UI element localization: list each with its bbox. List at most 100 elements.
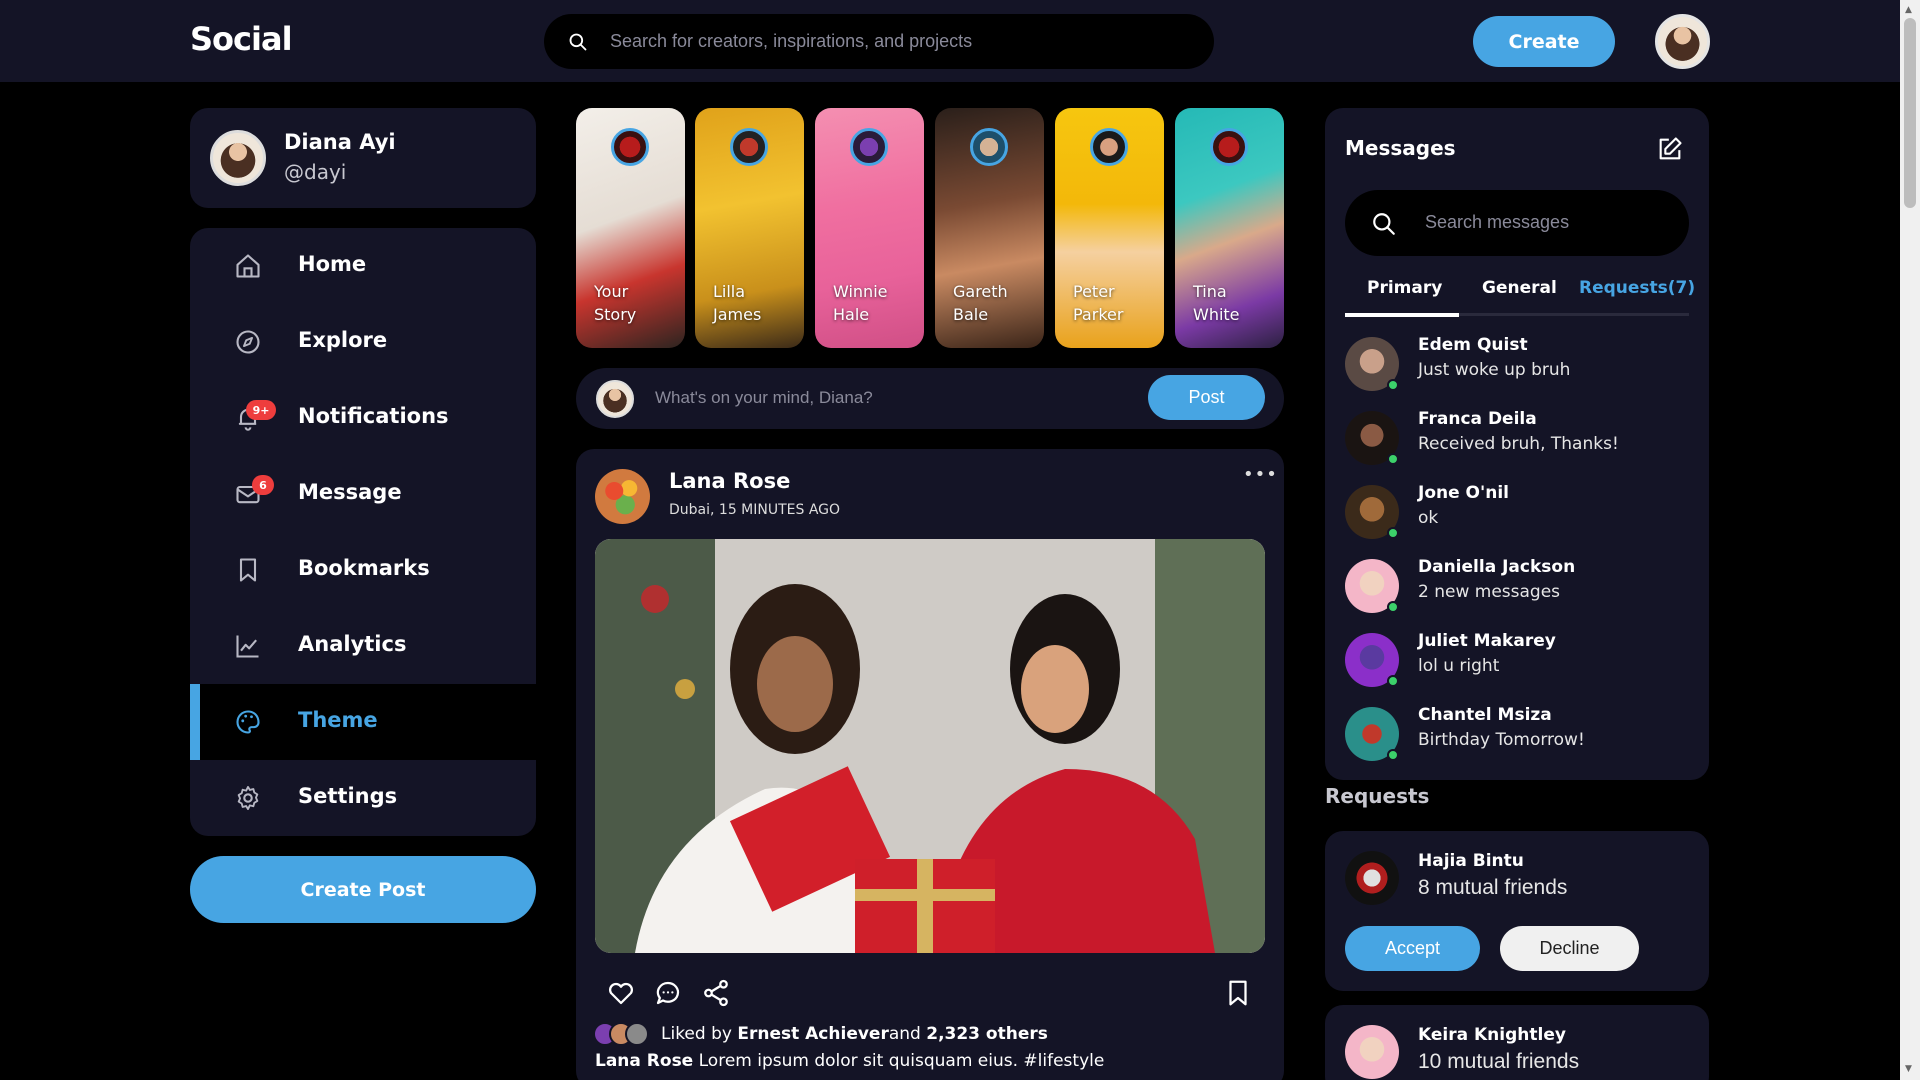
story-card[interactable]: Winnie Hale: [815, 108, 924, 348]
contact-name: Franca Deila: [1418, 409, 1537, 429]
composer-avatar: [596, 380, 634, 418]
create-button[interactable]: Create: [1473, 16, 1615, 67]
author-avatar[interactable]: [595, 469, 650, 524]
scroll-down-icon[interactable]: ▼: [1905, 1064, 1912, 1074]
story-name: Tina White: [1193, 280, 1240, 326]
app-logo[interactable]: Social: [190, 20, 293, 58]
story-name-last: James: [713, 305, 762, 324]
requester-name[interactable]: Keira Knightley: [1418, 1025, 1566, 1045]
sidebar-item-label: Notifications: [298, 404, 449, 428]
like-icon[interactable]: [606, 978, 636, 1008]
edit-icon[interactable]: [1656, 135, 1684, 163]
comment-icon[interactable]: [653, 978, 683, 1008]
caption-author[interactable]: Lana Rose: [595, 1051, 693, 1071]
requests-title: Requests: [1325, 784, 1430, 808]
profile-handle: @dayi: [284, 160, 347, 184]
requester-name[interactable]: Hajia Bintu: [1418, 851, 1524, 871]
page-scrollbar[interactable]: ▲ ▼: [1900, 0, 1920, 1080]
create-post-button[interactable]: Create Post: [190, 856, 536, 923]
online-indicator: [1387, 379, 1399, 391]
story-avatar: [970, 128, 1008, 166]
sidebar-item-bookmarks[interactable]: Bookmarks: [190, 532, 536, 608]
requester-avatar[interactable]: [1345, 1025, 1399, 1079]
story-name: Peter Parker: [1073, 280, 1123, 326]
likes-summary[interactable]: Liked by Ernest Achiever and 2,323 others: [593, 1022, 1048, 1046]
message-item[interactable]: Franca Deila Received bruh, Thanks!: [1345, 404, 1689, 465]
tab-primary[interactable]: Primary: [1367, 278, 1442, 298]
sidebar-item-home[interactable]: Home: [190, 228, 536, 304]
search-input[interactable]: Search for creators, inspirations, and p…: [610, 31, 972, 52]
post-caption: Lana Rose Lorem ipsum dolor sit quisquam…: [595, 1051, 1104, 1071]
user-avatar[interactable]: [1655, 14, 1710, 69]
sidebar-item-settings[interactable]: Settings: [190, 760, 536, 836]
post-photo[interactable]: [595, 539, 1265, 953]
online-indicator: [1387, 453, 1399, 465]
scroll-up-icon[interactable]: ▲: [1905, 5, 1912, 15]
contact-name: Edem Quist: [1418, 335, 1528, 355]
profile-name: Diana Ayi: [284, 130, 396, 154]
message-badge: 6: [252, 475, 274, 495]
messages-search[interactable]: Search messages: [1345, 190, 1689, 256]
post-button[interactable]: Post: [1148, 375, 1265, 420]
message-preview: 2 new messages: [1418, 582, 1561, 602]
more-options-icon[interactable]: •••: [1243, 464, 1278, 485]
story-card[interactable]: Peter Parker: [1055, 108, 1164, 348]
story-name-first: Gareth: [953, 282, 1008, 301]
tab-requests[interactable]: Requests(7): [1579, 278, 1695, 298]
search-icon: [1373, 213, 1395, 235]
online-indicator: [1387, 749, 1399, 761]
messages-title: Messages: [1345, 136, 1456, 160]
sidebar-item-label: Analytics: [298, 632, 407, 656]
bookmark-icon: [239, 558, 257, 582]
story-avatar: [850, 128, 888, 166]
sidebar-item-message[interactable]: 6 Message: [190, 456, 536, 532]
requester-avatar[interactable]: [1345, 851, 1399, 905]
story-name-last: White: [1193, 305, 1240, 324]
sidebar-item-theme[interactable]: Theme: [190, 684, 536, 760]
story-card[interactable]: Tina White: [1175, 108, 1284, 348]
author-name[interactable]: Lana Rose: [669, 469, 790, 493]
bookmark-icon[interactable]: [1223, 978, 1253, 1008]
story-avatar: [1090, 128, 1128, 166]
profile-card[interactable]: Diana Ayi @dayi: [190, 108, 536, 208]
compass-icon: [236, 330, 260, 354]
story-name: Your Story: [594, 280, 636, 326]
liked-by-count[interactable]: 2,323 others: [926, 1024, 1048, 1044]
sidebar-item-notifications[interactable]: 9+ Notifications: [190, 380, 536, 456]
tab-general[interactable]: General: [1482, 278, 1557, 298]
story-name-last: Parker: [1073, 305, 1124, 324]
messages-search-input[interactable]: Search messages: [1425, 212, 1569, 233]
message-preview: Birthday Tomorrow!: [1418, 730, 1585, 750]
message-item[interactable]: Chantel Msiza Birthday Tomorrow!: [1345, 700, 1689, 761]
caption-text: Lorem ipsum dolor sit quisquam eius. #li…: [698, 1051, 1105, 1071]
story-name-first: Lilla: [713, 282, 746, 301]
scrollbar-thumb[interactable]: [1904, 18, 1916, 208]
liked-by-name[interactable]: Ernest Achiever: [737, 1024, 888, 1044]
global-search[interactable]: Search for creators, inspirations, and p…: [544, 14, 1214, 69]
liked-by-and: and: [888, 1024, 921, 1044]
share-icon[interactable]: [701, 978, 731, 1008]
sidebar-item-explore[interactable]: Explore: [190, 304, 536, 380]
mutual-friends: 8 mutual friends: [1418, 876, 1568, 899]
feed-card: Lana Rose Dubai, 15 MINUTES AGO ••• Like…: [576, 449, 1284, 1080]
message-item[interactable]: Juliet Makarey lol u right: [1345, 626, 1689, 687]
search-icon: [569, 33, 587, 50]
message-item[interactable]: Daniella Jackson 2 new messages: [1345, 552, 1689, 613]
story-card[interactable]: Gareth Bale: [935, 108, 1044, 348]
gear-icon: [237, 785, 259, 811]
decline-button[interactable]: Decline: [1500, 926, 1639, 971]
mutual-friends: 10 mutual friends: [1418, 1050, 1580, 1073]
post-composer: What's on your mind, Diana? Post: [576, 368, 1284, 429]
top-navbar: Social Search for creators, inspirations…: [0, 0, 1900, 82]
sidebar-item-analytics[interactable]: Analytics: [190, 608, 536, 684]
story-card[interactable]: Lilla James: [695, 108, 804, 348]
message-item[interactable]: Edem Quist Just woke up bruh: [1345, 330, 1689, 391]
story-name-last: Hale: [833, 305, 870, 324]
story-avatar: [730, 128, 768, 166]
composer-input[interactable]: What's on your mind, Diana?: [655, 388, 873, 408]
accept-button[interactable]: Accept: [1345, 926, 1480, 971]
message-item[interactable]: Jone O'nil ok: [1345, 478, 1689, 539]
story-card[interactable]: Your Story: [576, 108, 685, 348]
notifications-badge: 9+: [246, 400, 276, 420]
message-preview: lol u right: [1418, 656, 1500, 676]
